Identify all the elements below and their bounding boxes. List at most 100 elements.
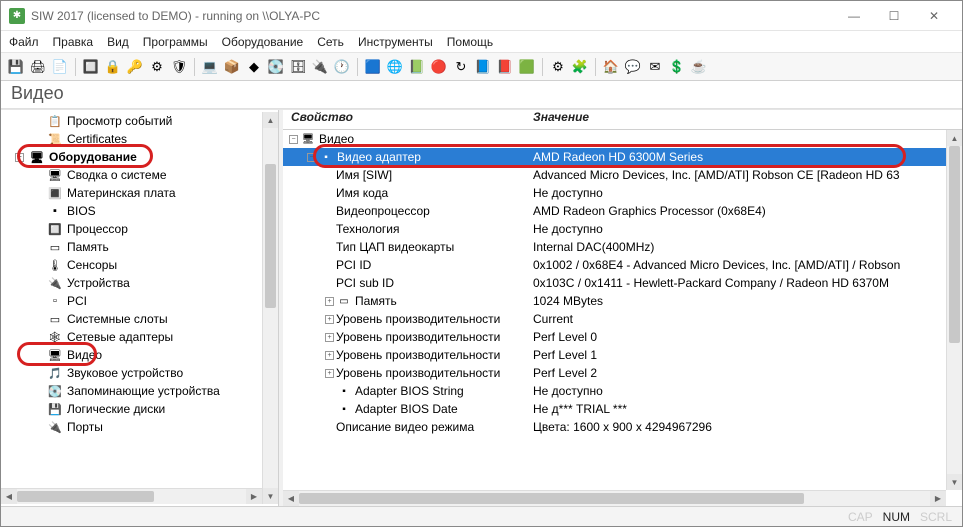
minimize-button[interactable]: — [834,2,874,30]
prop-row[interactable]: ТехнологияНе доступно [283,220,946,238]
expander-icon[interactable]: − [15,153,24,162]
scroll-up-icon[interactable]: ▲ [263,112,278,128]
toolbar-icon-1[interactable]: 🖨 [29,58,47,76]
toolbar-icon-31[interactable]: 💬 [624,58,642,76]
toolbar-icon-22[interactable]: ↻ [452,58,470,76]
expander-icon[interactable]: − [289,135,298,144]
menu-файл[interactable]: Файл [9,35,39,49]
tree-item-запоминающие-устройства[interactable]: 💽Запоминающие устройства [1,382,262,400]
toolbar-icon-19[interactable]: 🌐 [386,58,404,76]
prop-row[interactable]: +Уровень производительностиPerf Level 0 [283,328,946,346]
scroll-left-icon[interactable]: ◀ [1,489,17,504]
tree-item-системные-слоты[interactable]: ▭Системные слоты [1,310,262,328]
tree-item-сенсоры[interactable]: 🌡Сенсоры [1,256,262,274]
prop-row[interactable]: ▪Adapter BIOS StringНе доступно [283,382,946,400]
scroll-track-h[interactable] [17,489,246,504]
toolbar-icon-20[interactable]: 📗 [408,58,426,76]
tree-item-видео[interactable]: 🖥Видео [1,346,262,364]
properties-body[interactable]: −🖥Видео−▪Видео адаптерAMD Radeon HD 6300… [283,130,962,506]
tree-scrollbar-horizontal[interactable]: ◀ ▶ [1,488,262,504]
toolbar-icon-8[interactable]: 🛡 [170,58,188,76]
prop-row[interactable]: ВидеопроцессорAMD Radeon Graphics Proces… [283,202,946,220]
scroll-left-icon[interactable]: ◀ [283,491,299,506]
scroll-thumb[interactable] [949,146,960,343]
toolbar-icon-2[interactable]: 📄 [51,58,69,76]
tree-item-сводка-о-системе[interactable]: 🖥Сводка о системе [1,166,262,184]
toolbar-icon-4[interactable]: 🔲 [82,58,100,76]
scroll-right-icon[interactable]: ▶ [930,491,946,506]
toolbar-icon-12[interactable]: ◆ [245,58,263,76]
toolbar-icon-11[interactable]: 📦 [223,58,241,76]
expander-icon[interactable]: + [325,369,334,378]
toolbar-icon-5[interactable]: 🔒 [104,58,122,76]
toolbar-icon-6[interactable]: 🔑 [126,58,144,76]
tree-item-логические-диски[interactable]: 💾Логические диски [1,400,262,418]
toolbar-icon-7[interactable]: ⚙ [148,58,166,76]
prop-row[interactable]: +Уровень производительностиCurrent [283,310,946,328]
menu-вид[interactable]: Вид [107,35,129,49]
menu-инструменты[interactable]: Инструменты [358,35,433,49]
prop-row[interactable]: −▪Видео адаптерAMD Radeon HD 6300M Serie… [283,148,946,166]
prop-row[interactable]: Описание видео режимаЦвета: 1600 x 900 x… [283,418,946,436]
prop-row[interactable]: +Уровень производительностиPerf Level 1 [283,346,946,364]
tree-item-материнская-плата[interactable]: 🔳Материнская плата [1,184,262,202]
col-value[interactable]: Значение [533,110,962,129]
toolbar-icon-32[interactable]: ✉ [646,58,664,76]
scroll-thumb-h[interactable] [299,493,804,504]
props-scrollbar-horizontal[interactable]: ◀ ▶ [283,490,946,506]
scroll-right-icon[interactable]: ▶ [246,489,262,504]
prop-row[interactable]: ▪Adapter BIOS DateНе д*** TRIAL *** [283,400,946,418]
toolbar-icon-25[interactable]: 🟩 [518,58,536,76]
toolbar-icon-21[interactable]: 🔴 [430,58,448,76]
toolbar-icon-24[interactable]: 📕 [496,58,514,76]
tree-item-bios[interactable]: ▪BIOS [1,202,262,220]
tree-item-certificates[interactable]: 📜Certificates [1,130,262,148]
toolbar-icon-28[interactable]: 🧩 [571,58,589,76]
tree-item-устройства[interactable]: 🔌Устройства [1,274,262,292]
menu-помощь[interactable]: Помощь [447,35,493,49]
menu-оборудование[interactable]: Оборудование [222,35,304,49]
toolbar-icon-34[interactable]: ☕ [690,58,708,76]
prop-row[interactable]: +▭Память1024 MBytes [283,292,946,310]
prop-row[interactable]: PCI sub ID0x103C / 0x1411 - Hewlett-Pack… [283,274,946,292]
tree-item-pci[interactable]: ▫PCI [1,292,262,310]
expander-icon[interactable]: + [325,333,334,342]
props-scrollbar-vertical[interactable]: ▲ ▼ [946,130,962,490]
tree-item-оборудование[interactable]: −🖥Оборудование [1,148,262,166]
scroll-track[interactable] [263,128,278,488]
menu-программы[interactable]: Программы [143,35,208,49]
tree-item-звуковое-устройство[interactable]: 🎵Звуковое устройство [1,364,262,382]
tree-item-сетевые-адаптеры[interactable]: 🕸Сетевые адаптеры [1,328,262,346]
toolbar-icon-27[interactable]: ⚙ [549,58,567,76]
toolbar-icon-33[interactable]: 💲 [668,58,686,76]
prop-row[interactable]: Тип ЦАП видеокартыInternal DAC(400MHz) [283,238,946,256]
tree-scrollbar-vertical[interactable]: ▲ ▼ [262,112,278,504]
toolbar-icon-15[interactable]: 🔌 [311,58,329,76]
tree-panel[interactable]: 📋Просмотр событий📜Certificates−🖥Оборудов… [1,110,279,506]
toolbar-icon-13[interactable]: 💽 [267,58,285,76]
toolbar-icon-16[interactable]: 🕐 [333,58,351,76]
scroll-thumb-h[interactable] [17,491,154,502]
maximize-button[interactable]: ☐ [874,2,914,30]
expander-icon[interactable]: + [325,351,334,360]
prop-row[interactable]: Имя кодаНе доступно [283,184,946,202]
toolbar-icon-14[interactable]: 🗄 [289,58,307,76]
scroll-up-icon[interactable]: ▲ [947,130,962,146]
toolbar-icon-0[interactable]: 💾 [7,58,25,76]
expander-icon[interactable]: − [307,153,316,162]
tree-item-процессор[interactable]: 🔲Процессор [1,220,262,238]
prop-row[interactable]: −🖥Видео [283,130,946,148]
toolbar-icon-10[interactable]: 💻 [201,58,219,76]
expander-icon[interactable]: + [325,297,334,306]
menu-правка[interactable]: Правка [53,35,94,49]
prop-row[interactable]: +Уровень производительностиPerf Level 2 [283,364,946,382]
scroll-track[interactable] [947,146,962,474]
prop-row[interactable]: PCI ID0x1002 / 0x68E4 - Advanced Micro D… [283,256,946,274]
toolbar-icon-23[interactable]: 📘 [474,58,492,76]
scroll-down-icon[interactable]: ▼ [263,488,278,504]
col-name[interactable]: Свойство [283,110,533,129]
prop-row[interactable]: Имя [SIW]Advanced Micro Devices, Inc. [A… [283,166,946,184]
toolbar-icon-18[interactable]: 🟦 [364,58,382,76]
close-button[interactable]: ✕ [914,2,954,30]
scroll-down-icon[interactable]: ▼ [947,474,962,490]
